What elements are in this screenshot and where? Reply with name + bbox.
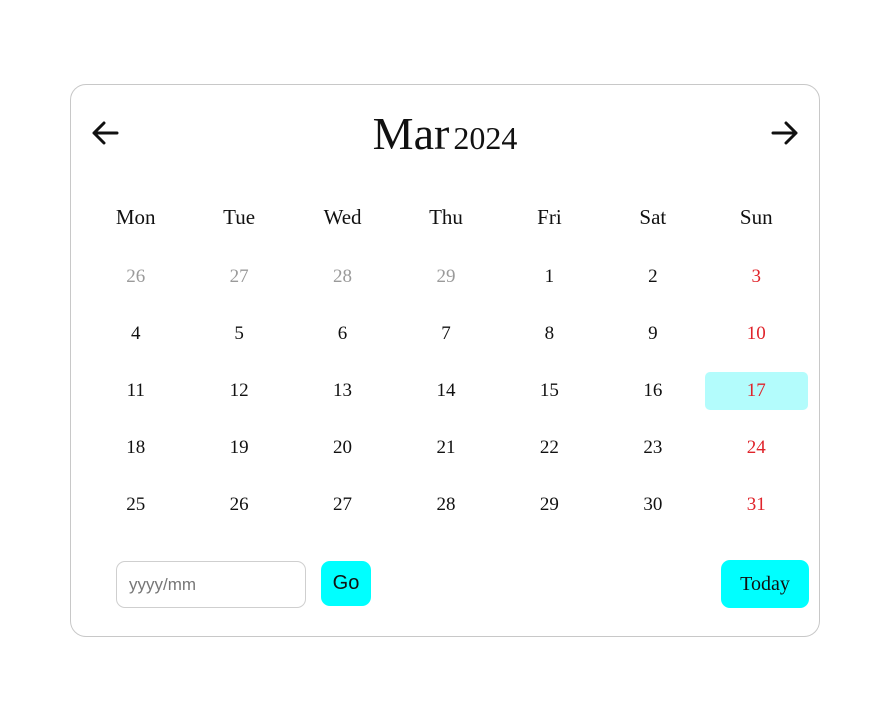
day-cell[interactable]: 8 [498, 305, 601, 362]
day-cell[interactable]: 18 [84, 419, 187, 476]
weekday-label: Fri [537, 204, 562, 229]
day-cell[interactable]: 28 [394, 476, 497, 533]
weekday-label: Tue [223, 204, 256, 229]
day-cell[interactable]: 13 [291, 362, 394, 419]
day-cell[interactable]: 23 [601, 419, 704, 476]
day-cell[interactable]: 22 [498, 419, 601, 476]
day-cell[interactable]: 12 [187, 362, 290, 419]
weekday-label: Sun [739, 204, 773, 229]
day-cell[interactable]: 29 [498, 476, 601, 533]
week-row: 4 5 6 7 8 9 10 [84, 305, 808, 362]
day-cell-other-month[interactable]: 26 [84, 248, 187, 305]
day-cell[interactable]: 24 [705, 419, 808, 476]
week-row: 25 26 27 28 29 30 31 [84, 476, 808, 533]
weekday-label: Wed [323, 204, 362, 229]
weekday-label: Mon [115, 204, 156, 229]
day-cell-other-month[interactable]: 29 [394, 248, 497, 305]
day-cell[interactable]: 9 [601, 305, 704, 362]
weekday-label: Thu [429, 204, 463, 229]
day-cell[interactable]: 20 [291, 419, 394, 476]
day-cell-other-month[interactable]: 27 [187, 248, 290, 305]
day-cell[interactable]: 11 [84, 362, 187, 419]
day-cell[interactable]: 2 [601, 248, 704, 305]
calendar-widget: Mar 2024 Mon Tue Wed Thu Fri Sat Sun 26 2… [70, 84, 820, 637]
today-button[interactable]: Today [721, 560, 809, 608]
day-cell[interactable]: 27 [291, 476, 394, 533]
month-jump-input[interactable] [116, 561, 306, 608]
day-cell[interactable]: 10 [705, 305, 808, 362]
day-cell-today[interactable]: 17 [704, 362, 808, 419]
day-number: 17 [704, 371, 808, 410]
day-cell[interactable]: 3 [705, 248, 808, 305]
day-cell[interactable]: 15 [498, 362, 601, 419]
day-cell[interactable]: 16 [601, 362, 704, 419]
year-label: 2024 [453, 120, 518, 156]
month-label: Mar [372, 108, 450, 159]
day-cell[interactable]: 19 [187, 419, 290, 476]
day-cell[interactable]: 1 [498, 248, 601, 305]
weeks-container: 26 27 28 29 1 2 3 4 5 6 7 8 9 10 11 12 13 14 15 16 17 18 19 20 2… [84, 248, 808, 533]
week-row: 18 19 20 21 22 23 24 [84, 419, 808, 476]
day-cell[interactable]: 25 [84, 476, 187, 533]
calendar-grid: Mon Tue Wed Thu Fri Sat Sun 26 27 28 29 1 2 3 4… [84, 191, 808, 533]
day-cell[interactable]: 6 [291, 305, 394, 362]
day-cell[interactable]: 21 [394, 419, 497, 476]
arrow-right-icon [771, 121, 798, 145]
week-row: 26 27 28 29 1 2 3 [84, 248, 808, 305]
next-month-button[interactable] [765, 113, 805, 153]
week-row: 11 12 13 14 15 16 17 [84, 362, 808, 419]
day-cell[interactable]: 7 [394, 305, 497, 362]
weekday-label: Sat [639, 204, 667, 229]
day-cell[interactable]: 30 [601, 476, 704, 533]
go-button[interactable]: Go [321, 561, 371, 606]
day-cell[interactable]: 4 [84, 305, 187, 362]
day-cell[interactable]: 26 [187, 476, 290, 533]
month-year-title: Mar 2024 [71, 107, 819, 160]
weekday-header-row: Mon Tue Wed Thu Fri Sat Sun [84, 191, 808, 248]
day-cell[interactable]: 31 [705, 476, 808, 533]
day-cell[interactable]: 5 [187, 305, 290, 362]
day-cell-other-month[interactable]: 28 [291, 248, 394, 305]
day-cell[interactable]: 14 [394, 362, 497, 419]
